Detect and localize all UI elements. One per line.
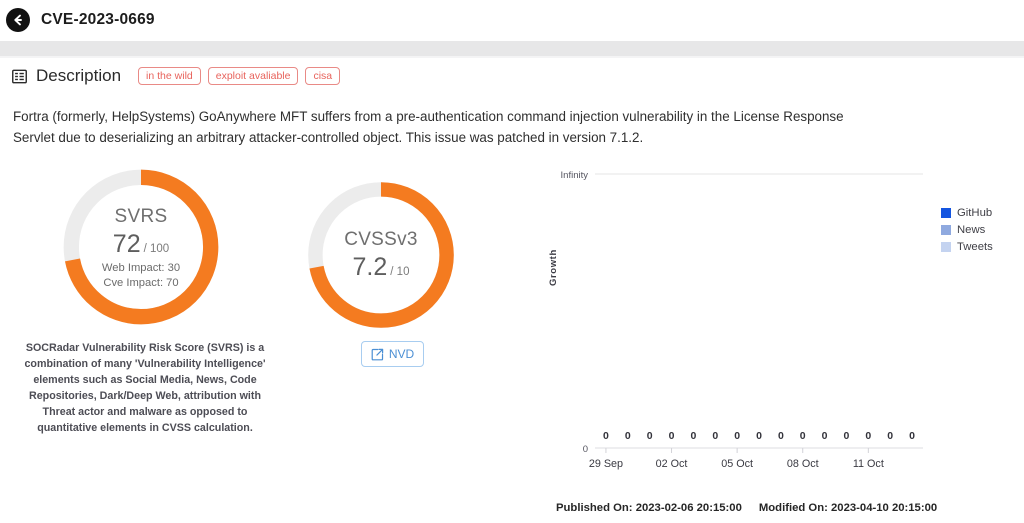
legend-label-news: News xyxy=(957,224,986,236)
legend-item-news[interactable]: News xyxy=(941,224,993,236)
svg-text:0: 0 xyxy=(756,430,762,442)
legend-swatch-github xyxy=(941,208,951,218)
external-link-icon xyxy=(371,348,384,361)
svg-text:0: 0 xyxy=(778,430,784,442)
published-on-text: Published On: 2023-02-06 20:15:00 xyxy=(556,502,742,514)
legend-swatch-tweets xyxy=(941,242,951,252)
svg-text:0: 0 xyxy=(909,430,915,442)
svg-text:0: 0 xyxy=(647,430,653,442)
svg-text:02 Oct: 02 Oct xyxy=(656,458,688,470)
modified-on-text: Modified On: 2023-04-10 20:15:00 xyxy=(758,502,938,514)
back-button[interactable] xyxy=(6,8,30,32)
tag-cisa[interactable]: cisa xyxy=(305,66,341,86)
header-separator-shadow xyxy=(0,56,1024,58)
svg-text:0: 0 xyxy=(603,430,609,442)
description-text: Fortra (formerly, HelpSystems) GoAnywher… xyxy=(13,109,844,145)
svg-text:0: 0 xyxy=(712,430,718,442)
svg-text:0: 0 xyxy=(734,430,740,442)
legend-swatch-news xyxy=(941,225,951,235)
svg-text:29 Sep: 29 Sep xyxy=(589,458,623,470)
page-title: CVE-2023-0669 xyxy=(41,11,155,28)
tag-list: in the wild exploit avaliable cisa xyxy=(138,66,341,86)
svg-text:0: 0 xyxy=(822,430,828,442)
svg-text:0: 0 xyxy=(887,430,893,442)
svg-text:0: 0 xyxy=(625,430,631,442)
svg-text:0: 0 xyxy=(865,430,871,442)
tag-exploit-available[interactable]: exploit avaliable xyxy=(207,66,299,86)
legend-label-tweets: Tweets xyxy=(957,241,993,253)
footer-dates: Published On: 2023-02-06 20:15:00 Modifi… xyxy=(556,502,937,514)
chart-y-axis-title: Growth xyxy=(548,249,559,286)
nvd-link-button[interactable]: NVD xyxy=(361,341,424,367)
table-grid-icon xyxy=(12,69,27,84)
cvss-gauge: CVSSv3 7.2 / 10 xyxy=(301,175,461,335)
svrs-gauge: SVRS 72 / 100 Web Impact: 30 Cve Impact:… xyxy=(56,162,226,332)
svg-text:11 Oct: 11 Oct xyxy=(853,458,884,470)
description-label: Description xyxy=(36,66,122,85)
svg-text:Infinity: Infinity xyxy=(561,170,589,181)
legend-item-tweets[interactable]: Tweets xyxy=(941,241,993,253)
header-separator-band xyxy=(0,41,1024,56)
description-header: Description in the wild exploit avaliabl… xyxy=(12,66,341,86)
svg-text:0: 0 xyxy=(844,430,850,442)
tag-in-the-wild[interactable]: in the wild xyxy=(138,66,201,86)
svg-text:0: 0 xyxy=(690,430,696,442)
growth-chart: Infinity 0 0 0 0 0 0 0 0 0 0 0 0 0 0 0 0 29 Sep 02 Oct 05 O… xyxy=(545,160,935,490)
legend-label-github: GitHub xyxy=(957,207,993,219)
nvd-label: NVD xyxy=(388,347,415,361)
svrs-explanation-text: SOCRadar Vulnerability Risk Score (SVRS)… xyxy=(24,342,266,434)
top-header-bar: CVE-2023-0669 xyxy=(0,0,1024,40)
back-arrow-icon xyxy=(11,13,25,27)
svg-text:05 Oct: 05 Oct xyxy=(721,458,753,470)
svg-text:0: 0 xyxy=(669,430,675,442)
legend-item-github[interactable]: GitHub xyxy=(941,207,993,219)
svg-text:0: 0 xyxy=(800,430,806,442)
svg-text:0: 0 xyxy=(583,444,588,455)
svg-text:08 Oct: 08 Oct xyxy=(787,458,819,470)
chart-legend: GitHub News Tweets xyxy=(941,207,993,253)
